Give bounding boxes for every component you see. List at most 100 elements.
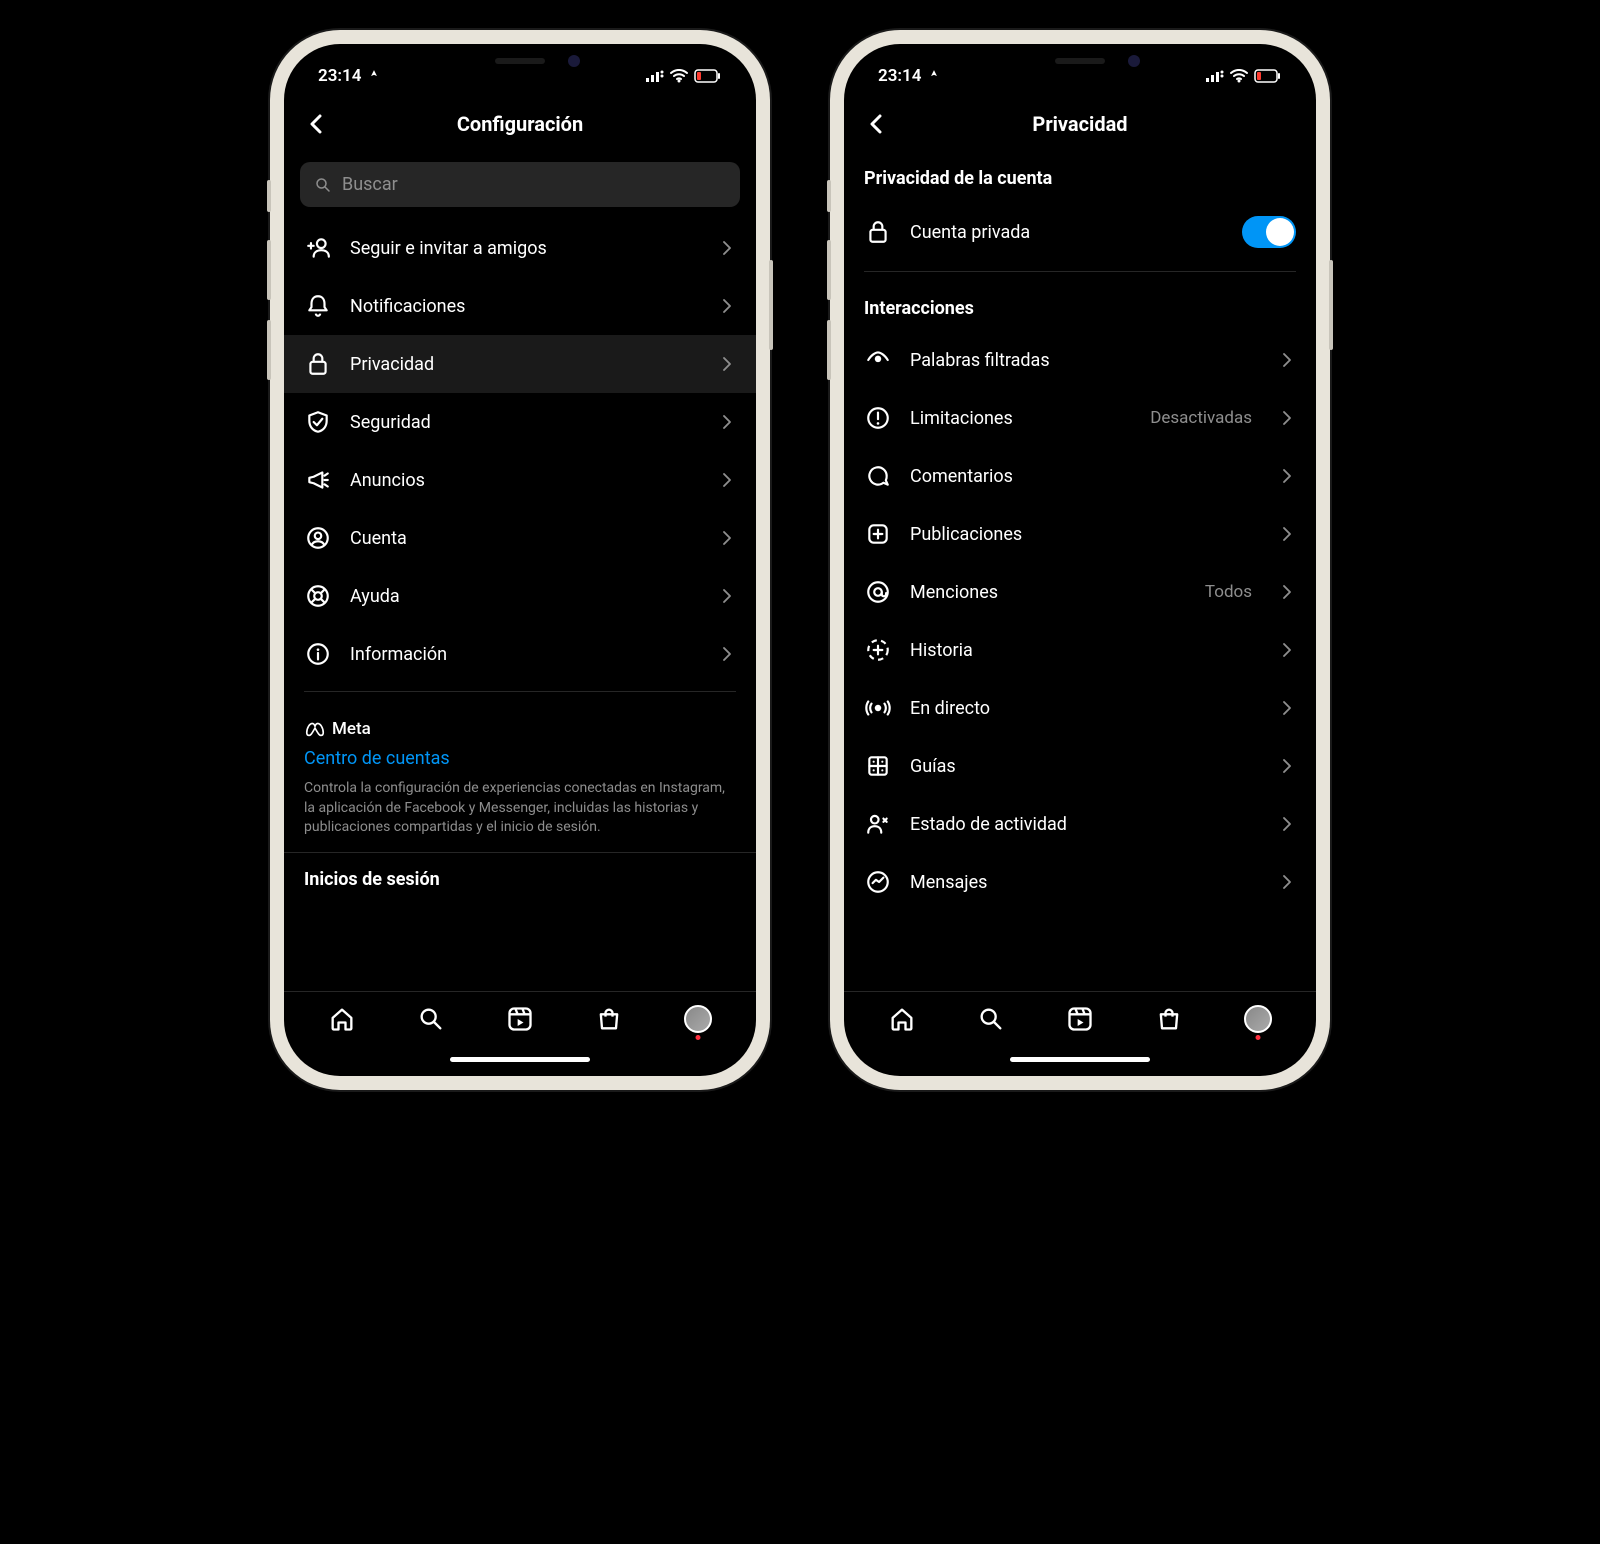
privacy-content: Privacidad de la cuenta Cuenta privada I… xyxy=(844,150,1316,991)
private-account-toggle[interactable] xyxy=(1242,216,1296,248)
row-help[interactable]: Ayuda xyxy=(284,567,756,625)
chevron-right-icon xyxy=(718,239,736,257)
volume-up-button xyxy=(267,240,271,300)
volume-down-button xyxy=(827,320,831,380)
chevron-right-icon xyxy=(1278,351,1296,369)
row-label: Limitaciones xyxy=(910,408,1132,429)
chevron-right-icon xyxy=(718,471,736,489)
logins-header: Inicios de sesión xyxy=(284,852,756,906)
row-live[interactable]: En directo xyxy=(844,679,1316,737)
chevron-right-icon xyxy=(718,587,736,605)
row-story[interactable]: Historia xyxy=(844,621,1316,679)
wifi-icon xyxy=(1230,69,1248,83)
row-privacy[interactable]: Privacidad xyxy=(284,335,756,393)
row-info[interactable]: Información xyxy=(284,625,756,683)
row-label: Seguridad xyxy=(350,412,700,433)
at-icon xyxy=(864,578,892,606)
home-icon xyxy=(328,1005,356,1033)
back-button[interactable] xyxy=(864,112,888,136)
row-filtered-words[interactable]: Palabras filtradas xyxy=(844,331,1316,389)
tab-shop[interactable] xyxy=(594,1004,624,1034)
location-icon xyxy=(927,69,941,83)
section-interactions: Interacciones xyxy=(844,280,1316,331)
row-mentions[interactable]: Menciones Todos xyxy=(844,563,1316,621)
bell-icon xyxy=(304,292,332,320)
row-account[interactable]: Cuenta xyxy=(284,509,756,567)
story-icon xyxy=(864,636,892,664)
lock-icon xyxy=(304,350,332,378)
chevron-left-icon xyxy=(304,112,328,136)
chevron-right-icon xyxy=(1278,641,1296,659)
row-posts[interactable]: Publicaciones xyxy=(844,505,1316,563)
tab-search[interactable] xyxy=(976,1004,1006,1034)
tab-profile[interactable] xyxy=(1243,1004,1273,1034)
row-label: Cuenta xyxy=(350,528,700,549)
status-time: 23:14 xyxy=(318,66,361,86)
search-icon xyxy=(314,176,332,194)
home-icon xyxy=(888,1005,916,1033)
meta-block: Meta Centro de cuentas Controla la confi… xyxy=(284,700,756,852)
row-label: Mensajes xyxy=(910,872,1260,893)
tab-reels[interactable] xyxy=(505,1004,535,1034)
tab-shop[interactable] xyxy=(1154,1004,1184,1034)
notch xyxy=(990,44,1170,78)
wifi-icon xyxy=(670,69,688,83)
search-input[interactable]: Buscar xyxy=(300,162,740,207)
header: Privacidad xyxy=(844,98,1316,150)
chevron-right-icon xyxy=(718,297,736,315)
row-label: Palabras filtradas xyxy=(910,350,1260,371)
avatar xyxy=(684,1005,712,1033)
chevron-right-icon xyxy=(1278,525,1296,543)
back-button[interactable] xyxy=(304,112,328,136)
cellular-icon xyxy=(1206,70,1224,82)
tab-profile[interactable] xyxy=(683,1004,713,1034)
home-indicator[interactable] xyxy=(284,1042,756,1076)
row-label: En directo xyxy=(910,698,1260,719)
meta-icon xyxy=(304,718,326,740)
row-messages[interactable]: Mensajes xyxy=(844,853,1316,911)
search-icon xyxy=(417,1005,445,1033)
megaphone-icon xyxy=(304,466,332,494)
page-title: Configuración xyxy=(457,112,583,136)
tab-home[interactable] xyxy=(887,1004,917,1034)
home-indicator[interactable] xyxy=(844,1042,1316,1076)
chevron-right-icon xyxy=(1278,699,1296,717)
row-label: Estado de actividad xyxy=(910,814,1260,835)
guides-icon xyxy=(864,752,892,780)
chevron-right-icon xyxy=(718,529,736,547)
phone-frame-left: 23:14 Configuración Buscar Seguir e xyxy=(270,30,770,1090)
chevron-right-icon xyxy=(1278,757,1296,775)
row-label: Publicaciones xyxy=(910,524,1260,545)
accounts-center-link[interactable]: Centro de cuentas xyxy=(304,748,736,769)
chevron-right-icon xyxy=(718,355,736,373)
tab-home[interactable] xyxy=(327,1004,357,1034)
plus-square-icon xyxy=(864,520,892,548)
live-icon xyxy=(864,694,892,722)
row-label: Privacidad xyxy=(350,354,700,375)
row-ads[interactable]: Anuncios xyxy=(284,451,756,509)
shop-icon xyxy=(595,1005,623,1033)
settings-content: Buscar Seguir e invitar a amigos Notific… xyxy=(284,150,756,991)
row-activity-status[interactable]: Estado de actividad xyxy=(844,795,1316,853)
tab-reels[interactable] xyxy=(1065,1004,1095,1034)
avatar xyxy=(1244,1005,1272,1033)
row-label: Comentarios xyxy=(910,466,1260,487)
row-guides[interactable]: Guías xyxy=(844,737,1316,795)
phone-frame-right: 23:14 Privacidad Privacidad de la cuenta… xyxy=(830,30,1330,1090)
meta-logo: Meta xyxy=(304,718,736,740)
divider xyxy=(864,271,1296,272)
row-label: Historia xyxy=(910,640,1260,661)
chevron-right-icon xyxy=(1278,467,1296,485)
row-limitations[interactable]: Limitaciones Desactivadas xyxy=(844,389,1316,447)
lock-icon xyxy=(864,218,892,246)
volume-down-button xyxy=(267,320,271,380)
tab-bar xyxy=(844,991,1316,1042)
row-security[interactable]: Seguridad xyxy=(284,393,756,451)
chevron-right-icon xyxy=(1278,873,1296,891)
row-notifications[interactable]: Notificaciones xyxy=(284,277,756,335)
row-label: Guías xyxy=(910,756,1260,777)
row-follow-invite[interactable]: Seguir e invitar a amigos xyxy=(284,219,756,277)
search-placeholder: Buscar xyxy=(342,174,398,195)
tab-search[interactable] xyxy=(416,1004,446,1034)
row-comments[interactable]: Comentarios xyxy=(844,447,1316,505)
